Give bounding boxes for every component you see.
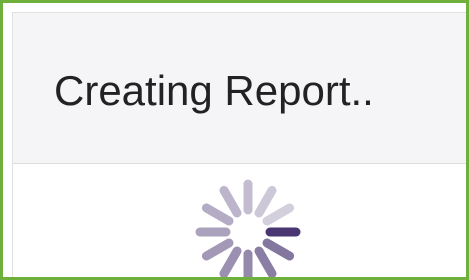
spinner-segment xyxy=(254,185,277,218)
spinner-segment xyxy=(201,238,234,261)
dialog-header: Creating Report.. xyxy=(13,13,466,164)
report-progress-dialog: Creating Report.. xyxy=(12,12,466,277)
spinner-segment xyxy=(262,238,295,261)
spinner-segment xyxy=(219,246,242,277)
loading-spinner-icon xyxy=(195,179,301,277)
dialog-title: Creating Report.. xyxy=(54,67,374,114)
spinner-segment xyxy=(254,246,277,277)
spinner-segment xyxy=(219,185,242,218)
spinner-segment xyxy=(262,203,295,226)
spinner-segment xyxy=(201,203,234,226)
screenshot-frame: Creating Report.. xyxy=(0,0,469,280)
